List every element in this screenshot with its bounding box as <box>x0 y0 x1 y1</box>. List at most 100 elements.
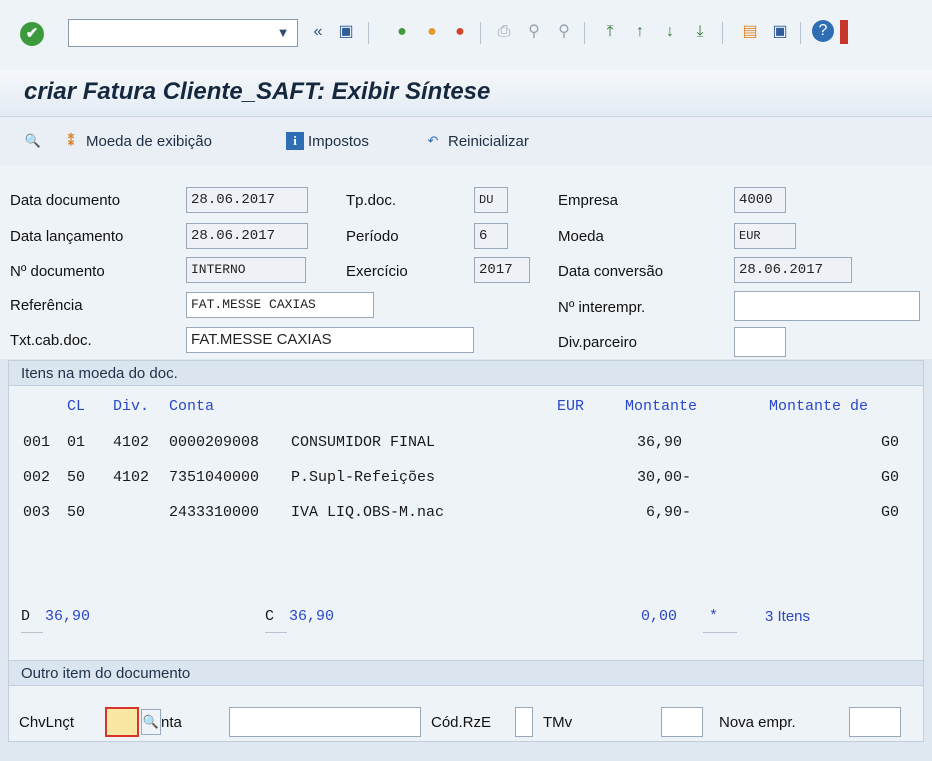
tmv-field[interactable] <box>661 707 703 737</box>
referencia-field[interactable]: FAT.MESSE CAXIAS <box>186 292 374 318</box>
rze-field[interactable] <box>515 707 533 737</box>
title-bar: criar Fatura Cliente_SAFT: Exibir Síntes… <box>0 70 932 117</box>
totals-row: D 36,90 C 36,90 0,00 * 3 Itens <box>9 608 923 634</box>
table-row[interactable]: 001 01 4102 0000209008 CONSUMIDOR FINAL … <box>9 434 923 460</box>
conta-field[interactable] <box>229 707 421 737</box>
cl-header: CL <box>67 398 86 415</box>
debit-underline <box>21 632 43 633</box>
tmv-label: TMv <box>543 714 573 731</box>
n-interempr-label: Nº interempr. <box>558 299 646 316</box>
data-documento-field[interactable]: 28.06.2017 <box>186 187 308 213</box>
new-session-icon[interactable]: ▤ <box>738 20 762 44</box>
info-icon: i <box>286 132 304 150</box>
table-row[interactable]: 003 50 2433310000 IVA LIQ.OBS-M.nac 6,90… <box>9 504 923 530</box>
layout-menu-icon[interactable] <box>840 20 848 44</box>
data-lancamento-field[interactable]: 28.06.2017 <box>186 223 308 249</box>
tp-doc-label: Tp.doc. <box>346 192 397 209</box>
items-list: CL Div. Conta EUR Montante Montante de 0… <box>8 386 924 660</box>
montante-header: Montante <box>625 398 698 415</box>
item-cl: 50 <box>67 504 86 521</box>
command-field[interactable] <box>68 19 298 47</box>
nova-empr-label: Nova empr. <box>719 714 796 731</box>
moeda-field[interactable]: EUR <box>734 223 796 249</box>
item-tag: G0 <box>881 504 900 521</box>
reset-button[interactable]: ↶ Reinicializar <box>422 129 529 153</box>
exercicio-label: Exercício <box>346 263 408 280</box>
credit-label: C <box>265 608 275 625</box>
undo-icon: ↶ <box>427 133 439 148</box>
item-div: 4102 <box>113 469 150 486</box>
item-cl: 01 <box>67 434 86 451</box>
save-icon[interactable]: ▣ <box>334 20 358 44</box>
currency-button[interactable]: ⁑ Moeda de exibição <box>60 129 212 153</box>
balance-star: * <box>709 608 719 625</box>
data-lancamento-label: Data lançamento <box>10 228 124 245</box>
data-conversao-label: Data conversão <box>558 263 664 280</box>
item-description: CONSUMIDOR FINAL <box>291 434 436 451</box>
last-page-icon[interactable]: ⤓ <box>688 20 712 44</box>
back-icon[interactable]: ● <box>390 20 414 44</box>
print-icon[interactable]: ⎙ <box>492 20 516 44</box>
item-count: 3 Itens <box>765 608 811 625</box>
other-item-panel: Outro item do documento ChvLnçt 🔍 nta Có… <box>8 660 924 742</box>
item-number: 003 <box>23 504 51 521</box>
magnifier-icon: 🔍 <box>24 133 42 148</box>
back-double-icon[interactable]: « <box>306 20 330 44</box>
item-tag: G0 <box>881 469 900 486</box>
conta-label: nta <box>161 714 182 731</box>
other-item-title: Outro item do documento <box>8 660 924 686</box>
page-title: criar Fatura Cliente_SAFT: Exibir Síntes… <box>24 78 491 105</box>
toolbar-divider <box>584 22 585 44</box>
item-montante: 30,00- <box>637 469 692 486</box>
system-toolbar: ✔ ▼ « ▣ ● ● ● ⎙ ⚲ ⚲ ⤒ ↑ ↓ ⤓ ▤ ▣ ? <box>0 0 932 71</box>
help-icon[interactable]: ? <box>812 20 834 42</box>
credit-total: 36,90 <box>289 608 335 625</box>
application-toolbar: 🔍 ⁑ Moeda de exibição i Impostos ↶ Reini… <box>0 117 932 165</box>
toolbar-divider <box>480 22 481 44</box>
first-page-icon[interactable]: ⤒ <box>598 20 622 44</box>
search-help-icon[interactable]: 🔍 <box>141 709 161 735</box>
cancel-icon[interactable]: ● <box>448 20 472 44</box>
star-underline <box>703 632 737 633</box>
toolbar-divider <box>800 22 801 44</box>
document-header: Data documento 28.06.2017 Tp.doc. DU Emp… <box>0 165 932 359</box>
item-montante: 36,90 <box>637 434 683 451</box>
n-documento-field[interactable]: INTERNO <box>186 257 306 283</box>
find-next-icon[interactable]: ⚲ <box>552 20 576 44</box>
items-section-title: Itens na moeda do doc. <box>8 360 924 386</box>
currency-icon: ⁑ <box>67 133 75 148</box>
data-conversao-field[interactable]: 28.06.2017 <box>734 257 852 283</box>
txt-cab-doc-field[interactable]: FAT.MESSE CAXIAS <box>186 327 474 353</box>
div-parceiro-field[interactable] <box>734 327 786 357</box>
currency-label: Moeda de exibição <box>86 132 212 150</box>
ok-icon[interactable]: ✔ <box>20 22 44 46</box>
toolbar-divider <box>368 22 369 44</box>
currency-header: EUR <box>557 398 585 415</box>
chevron-down-icon[interactable]: ▼ <box>270 20 296 46</box>
chv-lnct-label: ChvLnçt <box>19 714 75 731</box>
item-montante: 6,90- <box>646 504 692 521</box>
list-header-row: CL Div. Conta EUR Montante Montante de <box>9 398 923 424</box>
item-div: 4102 <box>113 434 150 451</box>
balance-total: 0,00 <box>641 608 678 625</box>
table-row[interactable]: 002 50 4102 7351040000 P.Supl-Refeições … <box>9 469 923 495</box>
prev-page-icon[interactable]: ↑ <box>628 20 652 44</box>
display-document-button[interactable]: 🔍 <box>22 129 48 153</box>
periodo-field[interactable]: 6 <box>474 223 508 249</box>
referencia-label: Referência <box>10 297 83 314</box>
tp-doc-field[interactable]: DU <box>474 187 508 213</box>
chv-lnct-field[interactable] <box>105 707 139 737</box>
next-page-icon[interactable]: ↓ <box>658 20 682 44</box>
taxes-button[interactable]: i Impostos <box>286 129 369 153</box>
item-number: 001 <box>23 434 51 451</box>
montante-de-header: Montante de <box>769 398 869 415</box>
empresa-field[interactable]: 4000 <box>734 187 786 213</box>
exit-icon[interactable]: ● <box>420 20 444 44</box>
item-conta: 2433310000 <box>169 504 260 521</box>
shortcut-icon[interactable]: ▣ <box>768 20 792 44</box>
item-conta: 7351040000 <box>169 469 260 486</box>
n-interempr-field[interactable] <box>734 291 920 321</box>
nova-empr-field[interactable] <box>849 707 901 737</box>
exercicio-field[interactable]: 2017 <box>474 257 530 283</box>
find-icon[interactable]: ⚲ <box>522 20 546 44</box>
